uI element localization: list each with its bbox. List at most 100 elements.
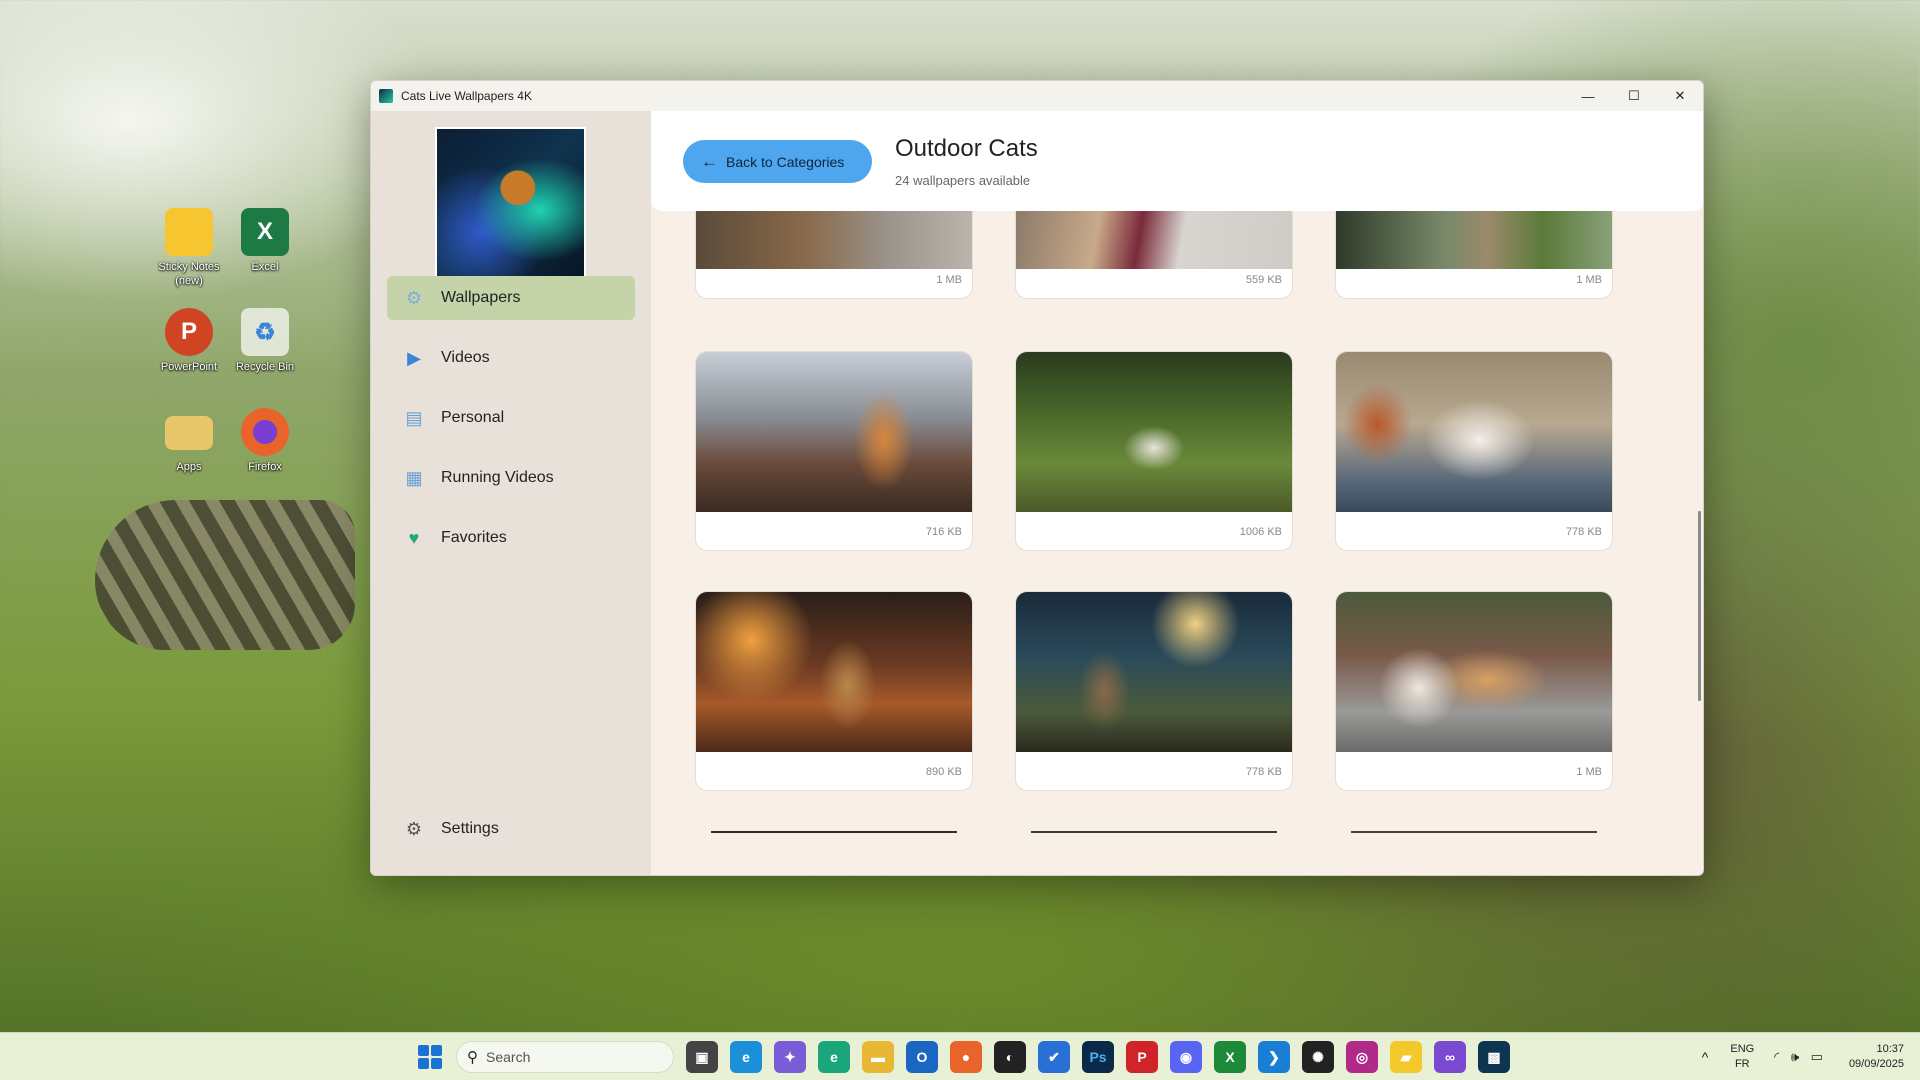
task-view-icon[interactable]: ▣ xyxy=(686,1041,718,1073)
wallpaper-thumbnail xyxy=(1351,831,1597,833)
wallpaper-thumbnail xyxy=(1336,352,1612,512)
folder-icon xyxy=(165,416,213,450)
taskbar-search[interactable]: ⚲ Search xyxy=(456,1041,674,1073)
file-size: 890 KB xyxy=(925,766,962,778)
taskbar-apps: ▣ e ✦ e ▬ O ● ◐ ✔ Ps P ◉ X ❯ ✺ ◎ ▰ ∞ ▩ xyxy=(686,1041,1510,1073)
windows-logo-pane xyxy=(431,1045,442,1056)
close-button[interactable]: ✕ xyxy=(1657,81,1703,111)
excel-icon: X xyxy=(241,208,289,256)
wallpaper-card[interactable]: 890 KB xyxy=(695,591,973,791)
cats-wallpaper-icon[interactable]: ▩ xyxy=(1478,1041,1510,1073)
wallpaper-card[interactable]: 1006 KB xyxy=(1015,351,1293,551)
wallpaper-card[interactable]: 1 MB xyxy=(1335,211,1613,299)
photoshop-icon[interactable]: Ps xyxy=(1082,1041,1114,1073)
desktop-icon-recycle-bin[interactable]: ♻ Recycle Bin xyxy=(224,308,306,374)
file-size: 778 KB xyxy=(1565,526,1602,538)
sticky-notes-icon[interactable]: ▰ xyxy=(1390,1041,1422,1073)
app-icon[interactable]: ◐ xyxy=(994,1041,1026,1073)
category-header: ← Back to Categories Outdoor Cats 24 wal… xyxy=(651,111,1703,211)
settings-gear-icon: ⚙ xyxy=(405,818,423,839)
scrollbar[interactable] xyxy=(1698,511,1701,701)
wallpaper-card[interactable]: 778 KB xyxy=(1015,591,1293,791)
language-primary: ENG xyxy=(1730,1043,1755,1055)
sidebar-item-running-videos[interactable]: ▦ Running Videos xyxy=(387,456,635,500)
powerpoint-icon: P xyxy=(165,308,213,356)
edge-icon[interactable]: e xyxy=(730,1041,762,1073)
search-icon: ⚲ xyxy=(467,1049,478,1066)
discord-icon[interactable]: ◉ xyxy=(1170,1041,1202,1073)
windows-logo-pane xyxy=(418,1058,429,1069)
search-placeholder: Search xyxy=(486,1049,531,1065)
system-tray: ^ ENG FR ◜ 🕪 ▭ 10:37 09/09/2025 xyxy=(1702,1033,1904,1080)
edge-dev-icon[interactable]: e xyxy=(818,1041,850,1073)
maximize-button[interactable]: ☐ xyxy=(1611,81,1657,111)
wallpaper-thumbnail xyxy=(696,592,972,752)
vscode-icon[interactable]: ❯ xyxy=(1258,1041,1290,1073)
wallpaper-card[interactable] xyxy=(1015,831,1293,875)
minimize-button[interactable]: — xyxy=(1565,81,1611,111)
sidebar: ⚙ Wallpapers ▶ Videos ▤ Personal ▦ Runni… xyxy=(371,111,651,875)
sidebar-item-favorites[interactable]: ♥ Favorites xyxy=(387,516,635,560)
clock[interactable]: 10:37 09/09/2025 xyxy=(1849,1042,1904,1072)
title-bar[interactable]: Cats Live Wallpapers 4K — ☐ ✕ xyxy=(371,81,1703,111)
app-cover-image xyxy=(435,127,586,278)
wallpaper-card[interactable]: 1 MB xyxy=(695,211,973,299)
back-to-categories-button[interactable]: ← Back to Categories xyxy=(683,140,872,183)
desktop-icon-apps[interactable]: Apps xyxy=(148,408,230,474)
start-button[interactable] xyxy=(418,1045,442,1069)
window-title: Cats Live Wallpapers 4K xyxy=(401,89,532,103)
chevron-up-icon[interactable]: ^ xyxy=(1702,1049,1709,1065)
folder-icon: ▤ xyxy=(405,407,423,428)
language-secondary: FR xyxy=(1734,1058,1750,1070)
sidebar-item-label: Personal xyxy=(441,409,505,426)
wallpaper-card[interactable] xyxy=(695,831,973,875)
desktop-icon-firefox[interactable]: Firefox xyxy=(224,408,306,474)
sidebar-item-label: Favorites xyxy=(441,529,507,546)
wallpaper-thumbnail xyxy=(1336,211,1612,269)
wallpaper-card[interactable] xyxy=(1335,831,1613,875)
sidebar-item-wallpapers[interactable]: ⚙ Wallpapers xyxy=(387,276,635,320)
sidebar-item-label: Settings xyxy=(441,820,499,837)
language-indicator[interactable]: ENG FR xyxy=(1730,1042,1754,1072)
wallpaper-card[interactable]: 1 MB xyxy=(1335,591,1613,791)
pinterest-icon[interactable]: P xyxy=(1126,1041,1158,1073)
network-volume-battery-icons[interactable]: ◜ 🕪 ▭ xyxy=(1774,1049,1827,1065)
app-window: Cats Live Wallpapers 4K — ☐ ✕ ⚙ Wallpape… xyxy=(370,80,1704,876)
visual-studio-icon[interactable]: ∞ xyxy=(1434,1041,1466,1073)
todo-icon[interactable]: ✔ xyxy=(1038,1041,1070,1073)
file-explorer-icon[interactable]: ▬ xyxy=(862,1041,894,1073)
copilot-icon[interactable]: ✦ xyxy=(774,1041,806,1073)
wallpaper-thumbnail xyxy=(1016,592,1292,752)
grid-icon: ▦ xyxy=(405,467,423,488)
file-size: 1 MB xyxy=(936,274,962,286)
wallpaper-thumbnail xyxy=(1016,211,1292,269)
wallpaper-grid: 1 MB 559 KB 1 MB 716 KB 1006 KB 778 KB 8… xyxy=(651,211,1703,875)
wallpaper-card[interactable]: 778 KB xyxy=(1335,351,1613,551)
wallpaper-thumbnail xyxy=(1336,592,1612,752)
outlook-icon[interactable]: O xyxy=(906,1041,938,1073)
wallpaper-card[interactable]: 716 KB xyxy=(695,351,973,551)
sidebar-item-label: Videos xyxy=(441,349,490,366)
desktop-icon-excel[interactable]: X Excel xyxy=(224,208,306,274)
chatgpt-icon[interactable]: ✺ xyxy=(1302,1041,1334,1073)
firefox-icon[interactable]: ● xyxy=(950,1041,982,1073)
app2-icon[interactable]: ◎ xyxy=(1346,1041,1378,1073)
wallpaper-thumbnail xyxy=(696,211,972,269)
page-title: Outdoor Cats xyxy=(895,135,1038,162)
desktop-icon-powerpoint[interactable]: P PowerPoint xyxy=(148,308,230,374)
wallpaper-count: 24 wallpapers available xyxy=(895,173,1031,188)
xbox-icon[interactable]: X xyxy=(1214,1041,1246,1073)
firefox-icon xyxy=(241,408,289,456)
file-size: 716 KB xyxy=(925,526,962,538)
sidebar-item-settings[interactable]: ⚙ Settings xyxy=(387,807,635,851)
sidebar-item-personal[interactable]: ▤ Personal xyxy=(387,396,635,440)
wallpaper-card[interactable]: 559 KB xyxy=(1015,211,1293,299)
wallpaper-thumbnail xyxy=(696,352,972,512)
app-logo-icon xyxy=(379,89,393,103)
sidebar-item-videos[interactable]: ▶ Videos xyxy=(387,336,635,380)
gear-icon: ⚙ xyxy=(405,287,423,308)
desktop-icon-sticky-notes[interactable]: Sticky Notes (new) xyxy=(148,208,230,288)
sidebar-item-label: Wallpapers xyxy=(441,289,521,306)
file-size: 1006 KB xyxy=(1239,526,1282,538)
file-size: 559 KB xyxy=(1245,274,1282,286)
